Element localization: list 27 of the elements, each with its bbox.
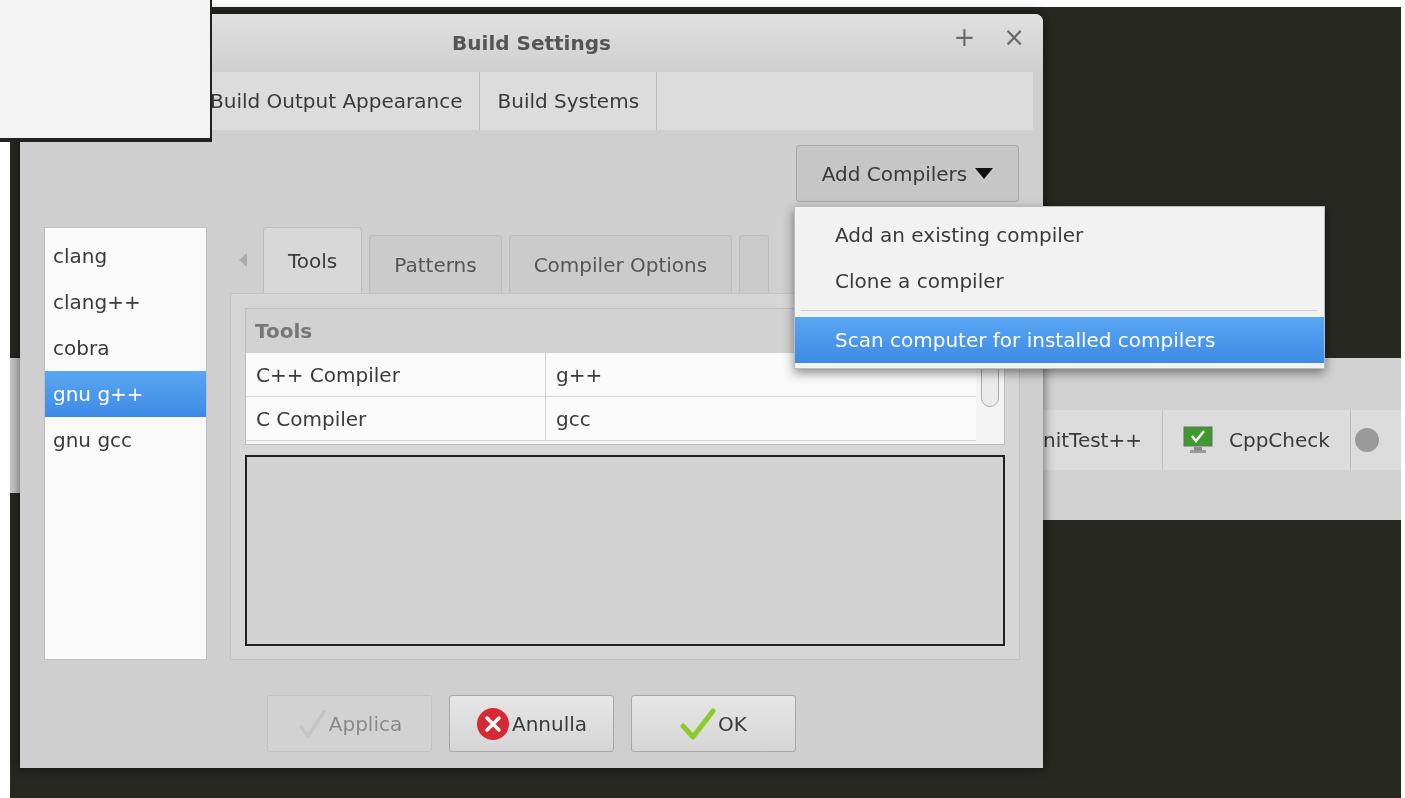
toolbar-tab[interactable]: CppCheck <box>1163 410 1351 470</box>
tab[interactable]: Tools <box>263 227 363 293</box>
close-icon <box>475 706 510 741</box>
compiler-item[interactable]: clang++ <box>45 279 206 325</box>
check-icon <box>680 707 717 740</box>
table-cell: C Compiler <box>246 397 546 440</box>
tab[interactable] <box>739 235 770 293</box>
table-cell: C++ Compiler <box>246 353 546 396</box>
ok-button[interactable]: OK <box>631 695 796 752</box>
settings-tab[interactable]: Build Systems <box>480 72 658 130</box>
compiler-item[interactable]: cobra <box>45 325 206 371</box>
monitor-check-icon <box>1183 426 1213 454</box>
tab[interactable]: Patterns <box>369 235 502 293</box>
menu-item[interactable]: Clone a compiler <box>795 258 1324 304</box>
compiler-item[interactable]: gnu gcc <box>45 417 206 463</box>
close-button[interactable]: × <box>999 24 1029 50</box>
table-cell-text: g++ <box>555 361 604 389</box>
maximize-button[interactable]: + <box>949 24 980 50</box>
caret-icon <box>975 167 994 180</box>
cancel-button[interactable]: Annulla <box>449 695 614 752</box>
scroll-left-icon <box>239 253 247 267</box>
add-compilers-button[interactable]: Add Compilers <box>796 145 1019 202</box>
tab[interactable]: Compiler Options <box>508 235 733 293</box>
table-cell-text: gcc <box>555 405 592 433</box>
compiler-item[interactable]: clang <box>45 233 206 279</box>
window-title: Build Settings <box>452 30 611 57</box>
menu-item[interactable]: Add an existing compiler <box>795 212 1324 258</box>
